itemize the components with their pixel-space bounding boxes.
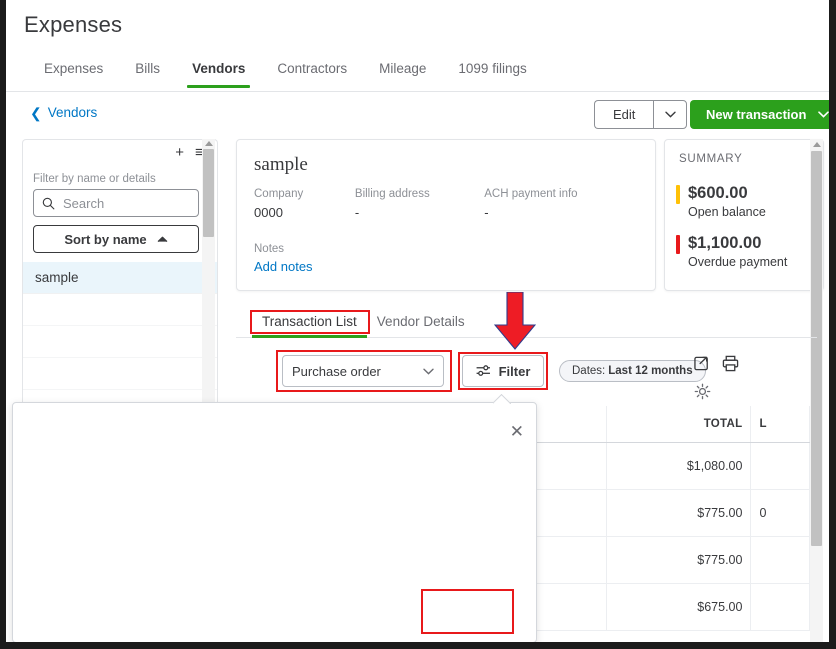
page-title: Expenses (24, 12, 123, 37)
vendor-field-ach-payment-info: ACH payment info - (484, 188, 641, 220)
gear-icon[interactable] (694, 383, 711, 405)
scroll-up-arrow-icon[interactable] (813, 142, 821, 147)
filter-button[interactable]: Filter (462, 355, 544, 387)
field-label: Billing address (354, 188, 430, 200)
transaction-type-value: Purchase order (292, 363, 381, 379)
cell-total: $775.00 (606, 536, 752, 584)
summary-card: SUMMARY $600.00 Open balance $1,100.00 O… (664, 139, 824, 291)
sort-by-name-button[interactable]: Sort by name (33, 225, 199, 253)
cell-last (750, 536, 810, 584)
vendor-field-billing-address: Billing address - (355, 188, 484, 220)
breadcrumb-label: Vendors (47, 105, 98, 120)
vendor-fields: Company 0000 Billing address - ACH payme… (254, 188, 641, 220)
printer-icon[interactable] (722, 355, 739, 377)
main-tabs: Expenses Bills Vendors Contractors Milea… (28, 55, 543, 88)
filter-label: Filter (498, 363, 531, 379)
field-value: 0000 (254, 205, 283, 220)
scrollbar-thumb[interactable] (811, 151, 822, 546)
magnifier-icon (42, 197, 55, 209)
column-header-last[interactable]: L (750, 406, 810, 443)
date-chip-prefix: Dates: (572, 365, 606, 377)
tab-1099-filings[interactable]: 1099 filings (442, 55, 542, 88)
field-value: - (354, 205, 360, 220)
edit-dropdown-button[interactable] (653, 100, 688, 129)
field-value: - (484, 205, 489, 220)
vendor-name: sample (254, 154, 308, 175)
chevron-down-icon (665, 111, 676, 118)
list-item-empty (23, 326, 217, 358)
app-content: Expenses Expenses Bills Vendors Contract… (6, 0, 829, 642)
vendor-field-company: Company 0000 (254, 188, 355, 220)
scroll-up-arrow-icon[interactable] (205, 141, 213, 146)
export-icon[interactable] (694, 355, 711, 377)
summary-heading: SUMMARY (679, 153, 743, 165)
vendor-list-header: + ≡• Filter by name or details Search So… (22, 139, 218, 262)
new-transaction-button[interactable]: New transaction (690, 100, 829, 129)
overdue-payment-label: Overdue payment (688, 255, 788, 269)
list-item-empty (23, 358, 217, 390)
open-balance-bar (676, 185, 680, 204)
cell-total: $775.00 (606, 489, 752, 537)
cell-last: 0 (750, 489, 810, 537)
date-range-chip[interactable]: Dates: Last 12 months (559, 360, 706, 382)
summary-overdue-payment: $1,100.00 Overdue payment (676, 232, 787, 269)
cell-total: $675.00 (606, 583, 752, 631)
list-item-empty (23, 294, 217, 326)
field-label: ACH payment info (484, 188, 578, 200)
sub-tabs: Transaction List Vendor Details (252, 310, 475, 338)
notes-label: Notes (254, 243, 285, 255)
vendor-filter-label: Filter by name or details (33, 173, 156, 185)
transaction-type-select[interactable]: Purchase order (282, 355, 444, 387)
sort-label: Sort by name (64, 231, 147, 247)
close-icon[interactable]: ✕ (510, 423, 524, 440)
breadcrumb[interactable]: ❮ Vendors (30, 105, 97, 120)
tab-vendors[interactable]: Vendors (176, 55, 261, 88)
vendor-notes: Notes Add notes (254, 243, 313, 274)
chevron-down-icon (818, 111, 829, 118)
page-scrollbar[interactable] (810, 139, 823, 642)
field-label: Company (254, 188, 304, 200)
cell-last (750, 583, 810, 631)
summary-open-balance: $600.00 Open balance (676, 182, 766, 219)
vendor-detail-card: sample Company 0000 Billing address - AC… (236, 139, 656, 291)
tab-contractors[interactable]: Contractors (261, 55, 363, 88)
new-transaction-label: New transaction (706, 107, 807, 122)
edit-button-group: Edit (594, 100, 688, 129)
main-tabbar: Expenses Bills Vendors Contractors Milea… (6, 55, 829, 92)
search-input[interactable]: Search (33, 189, 199, 217)
cell-last (750, 442, 810, 490)
popup-pointer (493, 394, 511, 404)
tab-expenses[interactable]: Expenses (28, 55, 119, 88)
open-balance-amount: $600.00 (688, 184, 748, 202)
open-balance-label: Open balance (688, 205, 766, 219)
scrollbar-thumb[interactable] (203, 149, 214, 237)
caret-up-icon (157, 236, 168, 242)
tab-vendor-details[interactable]: Vendor Details (367, 310, 475, 338)
tab-mileage[interactable]: Mileage (363, 55, 442, 88)
filter-panel: ✕ Status All statuses Date Last 12 month… (12, 402, 537, 642)
add-notes-link[interactable]: Add notes (254, 259, 313, 274)
vendor-list-rows: sample (22, 262, 218, 404)
sliders-icon (476, 365, 490, 376)
edit-button[interactable]: Edit (594, 100, 654, 129)
chevron-down-icon (423, 368, 434, 375)
app-window: Expenses Expenses Bills Vendors Contract… (0, 0, 836, 649)
tab-bills[interactable]: Bills (119, 55, 176, 88)
chevron-left-icon: ❮ (30, 104, 42, 121)
column-header-total[interactable]: TOTAL (606, 406, 752, 443)
date-chip-value: Last 12 months (608, 365, 693, 377)
overdue-payment-amount: $1,100.00 (688, 234, 762, 252)
tab-transaction-list[interactable]: Transaction List (252, 310, 367, 338)
plus-icon[interactable]: + (175, 145, 184, 160)
search-placeholder: Search (63, 195, 105, 211)
cell-total: $1,080.00 (606, 442, 752, 490)
overdue-payment-bar (676, 235, 680, 254)
down-arrow-annotation (494, 292, 536, 350)
vendor-list-panel: + ≡• Filter by name or details Search So… (22, 139, 218, 404)
vendor-list-scrollbar[interactable] (202, 139, 215, 404)
list-item[interactable]: sample (23, 262, 217, 294)
